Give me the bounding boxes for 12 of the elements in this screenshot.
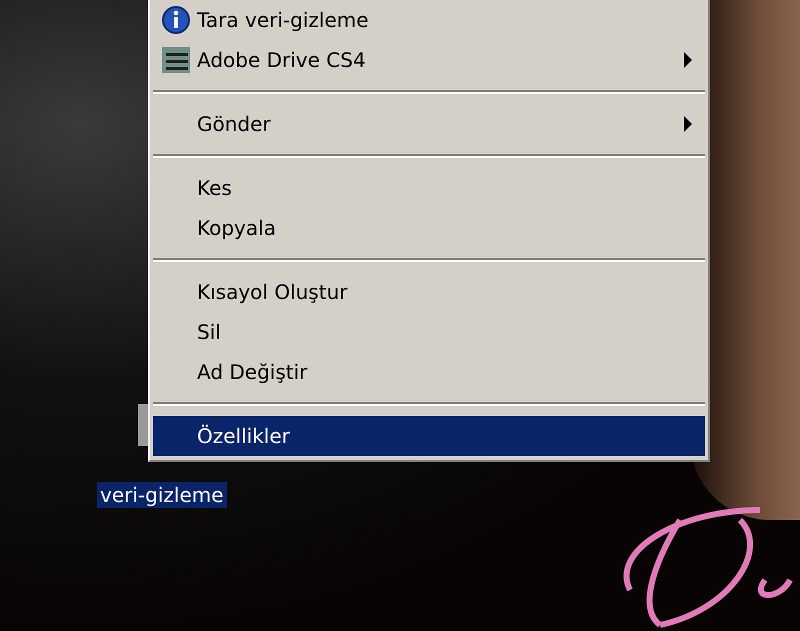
menu-item[interactable]: Kısayol Oluştur — [153, 272, 705, 312]
menu-item[interactable]: Tara veri-gizleme — [153, 0, 705, 40]
menu-item[interactable]: Sil — [153, 312, 705, 352]
menu-item[interactable]: Adobe Drive CS4 — [153, 40, 705, 80]
menu-item[interactable]: Kopyala — [153, 208, 705, 248]
drive-icon — [161, 45, 191, 75]
desktop-icon-label[interactable]: veri-gizleme — [97, 482, 227, 508]
menu-item[interactable]: Kes — [153, 168, 705, 208]
menu-item[interactable]: Gönder — [153, 104, 705, 144]
menu-item[interactable]: Özellikler — [153, 416, 705, 456]
info-icon — [161, 5, 191, 35]
menu-item[interactable]: Ad Değiştir — [153, 352, 705, 392]
